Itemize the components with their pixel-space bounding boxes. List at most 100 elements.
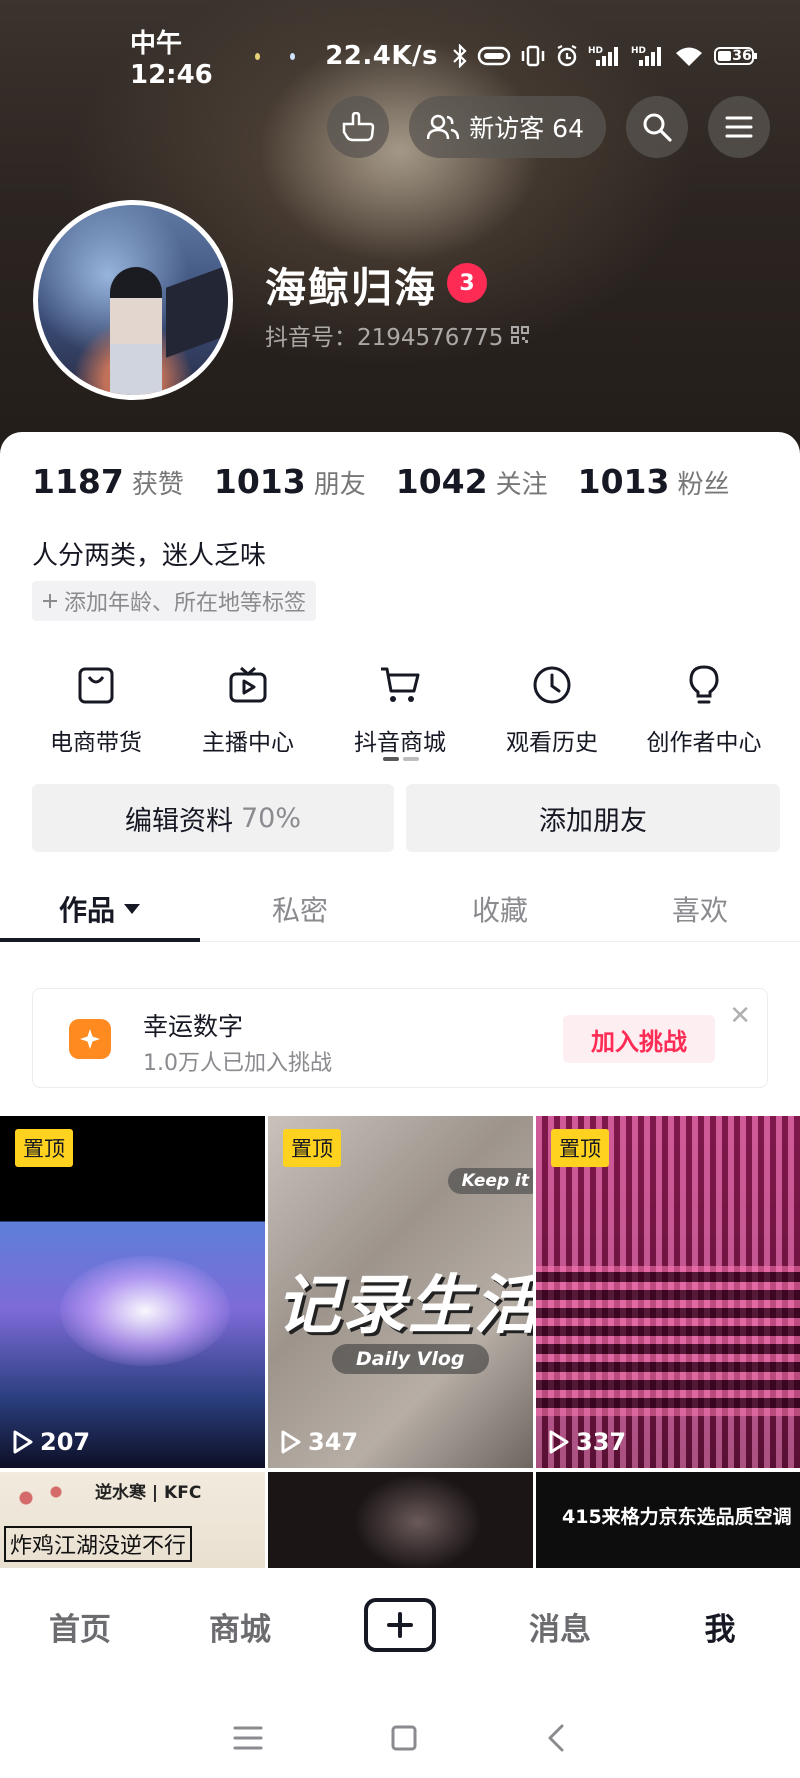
signal-hd-icon: HD [631, 46, 661, 66]
shortcut-watch-history[interactable]: 观看历史 [476, 657, 628, 757]
douyin-id[interactable]: 抖音号：2194576775 [265, 318, 530, 352]
stat-label: 关注 [495, 470, 548, 500]
video-overlay-text: 逆水寒 | KFC [95, 1483, 202, 1503]
stat-number: 1013 [213, 462, 306, 501]
profile-completion: 70% [240, 802, 301, 834]
edit-profile-button[interactable]: 编辑资料 70% [32, 784, 394, 852]
search-button[interactable] [626, 96, 688, 158]
challenge-banner[interactable]: 幸运数字 1.0万人已加入挑战 加入挑战 ✕ [32, 988, 768, 1088]
shortcut-creator-center[interactable]: 创作者中心 [628, 657, 780, 757]
alarm-icon [557, 45, 577, 67]
add-friend-button[interactable]: 添加朋友 [406, 784, 780, 852]
status-time: 中午12:46 [130, 28, 213, 90]
plus-icon [43, 594, 57, 608]
nav-home[interactable]: 首页 [0, 1604, 160, 1649]
stat-followers[interactable]: 1013 粉丝 [578, 462, 730, 501]
avatar[interactable] [33, 200, 233, 400]
tab-label: 作品 [58, 893, 115, 927]
stat-number: 1042 [395, 462, 488, 501]
shortcut-streamer-center[interactable]: 主播中心 [172, 657, 324, 757]
shortcut-douyin-mall[interactable]: 抖音商城 [324, 657, 476, 757]
shortcut-label: 电商带货 [50, 730, 142, 756]
profile-name: 海鲸归海 [265, 264, 437, 312]
stat-label: 朋友 [313, 470, 366, 500]
play-icon [13, 1430, 33, 1454]
video-thumbnail[interactable]: 置顶 337 [536, 1116, 800, 1468]
stat-following[interactable]: 1042 关注 [396, 462, 548, 501]
menu-button[interactable] [708, 96, 770, 158]
profile-stats: 1187 获赞 1013 朋友 1042 关注 1013 粉丝 [32, 462, 730, 501]
cart-icon [381, 667, 420, 702]
level-badge[interactable]: 3 [447, 263, 487, 303]
nav-mall[interactable]: 商城 [160, 1604, 320, 1649]
play-count-value: 207 [40, 1428, 91, 1456]
stat-number: 1187 [32, 462, 124, 501]
shortcut-label: 创作者中心 [646, 730, 762, 756]
gesture-button[interactable] [327, 96, 390, 158]
profile-bio: 人分两类，迷人乏味 [32, 541, 267, 571]
video-thumbnail[interactable]: 置顶 207 [0, 1116, 265, 1468]
shortcut-row: 电商带货 主播中心 抖音商城 观看历史 创作者中心 [0, 657, 800, 757]
pinned-badge: 置顶 [551, 1129, 609, 1167]
shortcut-ecommerce[interactable]: 电商带货 [20, 657, 172, 757]
menu-icon [725, 116, 753, 138]
video-thumbnail[interactable] [268, 1472, 533, 1572]
tab-works[interactable]: 作品 [0, 876, 200, 942]
tab-favorites[interactable]: 收藏 [400, 876, 600, 941]
video-thumbnail[interactable]: Keep it 记录生活 Daily Vlog 置顶 347 [268, 1116, 533, 1468]
add-tags-chip[interactable]: 添加年龄、所在地等标签 [32, 581, 317, 621]
tab-label: 喜欢 [671, 893, 728, 927]
tab-label: 私密 [271, 893, 328, 927]
douyin-id-text: 抖音号：2194576775 [265, 325, 504, 351]
stat-friends[interactable]: 1013 朋友 [214, 462, 366, 501]
back-icon[interactable] [545, 1723, 567, 1753]
visitor-count-label: 新访客 64 [469, 114, 584, 143]
nav-messages[interactable]: 消息 [480, 1604, 640, 1649]
shortcut-label: 主播中心 [202, 730, 294, 756]
tab-likes[interactable]: 喜欢 [600, 876, 800, 941]
home-icon[interactable] [390, 1724, 418, 1752]
clock-icon [533, 666, 571, 704]
network-speed: 22.4K/s [325, 41, 438, 71]
stat-likes[interactable]: 1187 获赞 [32, 462, 184, 501]
notification-dot-icon [290, 52, 296, 60]
add-friend-label: 添加朋友 [539, 805, 647, 837]
challenge-subtitle: 1.0万人已加入挑战 [143, 1051, 332, 1076]
video-overlay-text: Keep it [447, 1168, 533, 1194]
plus-icon [387, 1612, 413, 1638]
close-icon[interactable]: ✕ [729, 1001, 751, 1031]
stat-label: 粉丝 [677, 470, 730, 500]
create-button[interactable] [320, 1598, 480, 1652]
play-count: 337 [548, 1428, 626, 1456]
header-actions: 新访客 64 [327, 96, 770, 158]
visitors-icon [427, 114, 460, 140]
gesture-icon [342, 112, 375, 142]
status-bar: 中午12:46 22.4K/s HD HD 36 [130, 29, 760, 90]
system-nav-bar [0, 1698, 800, 1778]
bottom-nav: 首页 商城 消息 我 [0, 1568, 800, 1698]
video-overlay-title: 415来格力京东选品质空调 [562, 1506, 792, 1528]
stat-label: 获赞 [131, 470, 184, 500]
shortcut-label: 观看历史 [506, 730, 598, 756]
notification-dot-icon [254, 52, 261, 60]
video-thumbnail[interactable]: 逆水寒 | KFC 炸鸡江湖没逆不行 [0, 1472, 265, 1572]
shopping-bag-icon [78, 667, 114, 704]
join-challenge-button[interactable]: 加入挑战 [563, 1015, 715, 1063]
new-visitors-button[interactable]: 新访客 64 [409, 96, 606, 158]
play-icon [281, 1430, 301, 1454]
profile-action-buttons: 编辑资料 70% 添加朋友 [32, 784, 780, 852]
bluetooth-icon [453, 44, 467, 68]
stat-number: 1013 [577, 462, 670, 501]
play-count: 347 [280, 1428, 358, 1456]
recent-apps-icon[interactable] [233, 1725, 263, 1751]
pinned-badge: 置顶 [283, 1129, 341, 1167]
tab-private[interactable]: 私密 [200, 876, 400, 941]
nav-me[interactable]: 我 [640, 1604, 800, 1649]
svg-text:HD: HD [588, 46, 603, 56]
tv-icon [229, 666, 267, 703]
toggle-icon [477, 46, 511, 66]
play-icon [549, 1430, 569, 1454]
shortcut-label: 抖音商城 [354, 730, 446, 756]
video-overlay-title: 炸鸡江湖没逆不行 [4, 1526, 193, 1562]
video-thumbnail[interactable]: 415来格力京东选品质空调 [536, 1472, 800, 1572]
